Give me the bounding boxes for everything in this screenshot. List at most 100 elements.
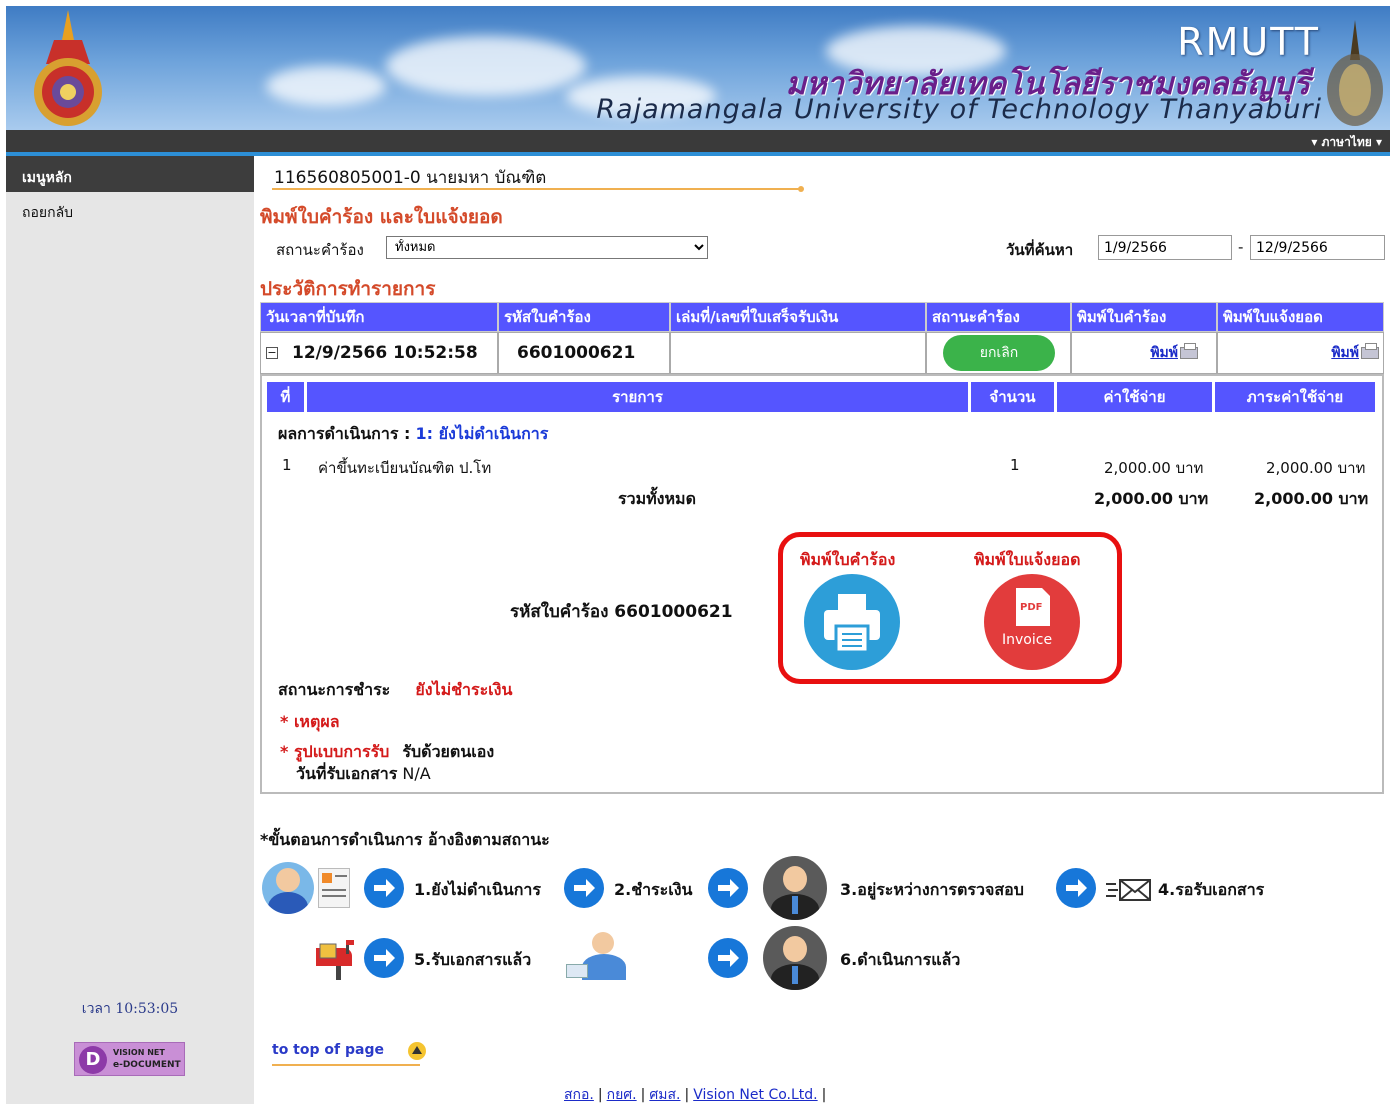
pdf-invoice-icon [1016, 588, 1050, 626]
column-header: เล่มที่/เลขที่ใบเสร็จรับเงิน [670, 302, 926, 332]
step-1-label: 1.ยังไม่ดำเนินการ [414, 880, 541, 899]
steps-title: *ขั้นตอนการดำเนินการ อ้างอิงตามสถานะ [260, 830, 550, 849]
arrow-up-icon[interactable] [408, 1042, 426, 1060]
column-header: รหัสใบคำร้อง [498, 302, 670, 332]
item-charge: 2,000.00 บาท [1266, 459, 1366, 477]
student-avatar-icon [262, 862, 314, 914]
date-from-input[interactable] [1098, 235, 1232, 260]
arrow-right-icon [708, 938, 748, 978]
university-crest-icon [1327, 20, 1383, 126]
printer-icon[interactable] [1361, 343, 1379, 359]
to-top-link[interactable]: to top of page [272, 1042, 384, 1058]
status-filter-select[interactable]: ทั้งหมด [386, 236, 708, 259]
column-header: พิมพ์ใบคำร้อง [1071, 302, 1217, 332]
sidebar-item-back[interactable]: ถอยกลับ [6, 192, 254, 224]
divider [272, 186, 804, 192]
cloud-decoration [266, 66, 386, 106]
print-invoice-cell: พิมพ์ [1217, 332, 1384, 374]
arrow-right-icon [364, 938, 404, 978]
vision-net-logo[interactable]: D VISION NET e-DOCUMENT [74, 1042, 185, 1076]
print-request-label: พิมพ์ใบคำร้อง [800, 550, 896, 569]
receive-label: * รูปแบบการรับ [280, 742, 390, 761]
step-6-label: 6.ดำเนินการแล้ว [840, 950, 961, 969]
arrow-right-icon [364, 868, 404, 908]
collapse-toggle-icon[interactable]: − [266, 347, 278, 359]
footer-separator: | [821, 1087, 827, 1103]
language-selector[interactable]: ▾ ภาษาไทย ▾ [1311, 133, 1382, 152]
request-code-text: รหัสใบคำร้อง 6601000621 [510, 602, 733, 622]
print-invoice-label: พิมพ์ใบแจ้งยอด [974, 550, 1081, 569]
page-title: พิมพ์ใบคำร้อง และใบแจ้งยอด [260, 206, 503, 228]
item-cost: 2,000.00 บาท [1104, 459, 1204, 477]
pdf-badge: PDF [1020, 602, 1043, 613]
item-qty: 1 [1010, 456, 1020, 474]
request-detail-panel: ที่ รายการ จำนวน ค่าใช้จ่าย ภาระค่าใช้จ่… [260, 374, 1384, 794]
sidebar: เมนูหลัก ถอยกลับ เวลา 10:53:05 D VISION … [6, 156, 254, 1104]
mailbox-icon [316, 940, 354, 980]
total-charge: 2,000.00 บาท [1254, 489, 1369, 508]
row-request-code: 6601000621 [498, 332, 670, 374]
process-label: ผลการดำเนินการ : [278, 424, 411, 443]
vision-logo-text-1: VISION NET [113, 1048, 165, 1057]
column-header: รายการ [307, 382, 971, 412]
process-status: ผลการดำเนินการ : 1: ยังไม่ดำเนินการ [278, 422, 548, 447]
envelope-icon [1106, 879, 1151, 901]
row-receipt [670, 332, 926, 374]
university-emblem-logo [34, 10, 102, 126]
student-id-name: 116560805001-0 นายมหา บัณฑิต [274, 168, 547, 188]
date-separator: - [1238, 238, 1244, 256]
print-invoice-pdf-button[interactable]: PDF Invoice [984, 574, 1080, 670]
date-search-label: วันที่ค้นหา [1006, 241, 1074, 259]
payment-status: สถานะการชำระ ยังไม่ชำระเงิน [278, 678, 512, 703]
column-header: สถานะคำร้อง [926, 302, 1071, 332]
reason: * เหตุผล [280, 710, 340, 735]
brand-english-name: Rajamangala University of Technology Tha… [596, 94, 1322, 125]
item-name: ค่าขึ้นทะเบียนบัณฑิต ป.โท [318, 459, 492, 477]
footer-separator: | [640, 1087, 646, 1103]
printer-icon [824, 594, 880, 654]
column-header: จำนวน [971, 382, 1057, 412]
payment-label: สถานะการชำระ [278, 680, 391, 699]
step-4-label: 4.รอรับเอกสาร [1158, 880, 1265, 899]
date-to-input[interactable] [1250, 235, 1385, 260]
column-header: ค่าใช้จ่าย [1057, 382, 1215, 412]
payment-value: ยังไม่ชำระเงิน [415, 680, 513, 699]
invoice-badge: Invoice [1002, 632, 1053, 648]
print-invoice-link[interactable]: พิมพ์ [1331, 342, 1359, 364]
step-3-label: 3.อยู่ระหว่างการตรวจสอบ [840, 880, 1024, 899]
footer-link-kys[interactable]: กยศ. [607, 1087, 637, 1103]
status-filter-label: สถานะคำร้อง [276, 241, 364, 259]
sidebar-item-main-menu[interactable]: เมนูหลัก [6, 156, 254, 192]
printer-icon[interactable] [1180, 343, 1198, 359]
step-5-label: 5.รับเอกสารแล้ว [414, 950, 532, 969]
footer-link-visionnet[interactable]: Vision Net Co.Ltd. [693, 1087, 817, 1103]
staff-handover-icon [564, 928, 634, 984]
vision-net-d-icon: D [79, 1046, 107, 1074]
officer-avatar-icon [763, 926, 827, 990]
main-content: 116560805001-0 นายมหา บัณฑิต พิมพ์ใบคำร้… [258, 156, 1390, 1104]
footer-links: สกอ. | กยศ. | ศมส. | Vision Net Co.Ltd. | [564, 1084, 830, 1106]
print-request-cell: พิมพ์ [1071, 332, 1217, 374]
column-header: ที่ [267, 382, 307, 412]
column-header: วันเวลาที่บันทึก [260, 302, 498, 332]
footer-link-ska[interactable]: สกอ. [564, 1087, 594, 1103]
cloud-decoration [386, 36, 586, 96]
step-2-label: 2.ชำระเงิน [614, 880, 693, 899]
document-date: วันที่รับเอกสาร N/A [296, 762, 431, 787]
history-title: ประวัติการทำรายการ [260, 278, 436, 300]
item-no: 1 [282, 456, 292, 474]
doc-date-label: วันที่รับเอกสาร [296, 764, 398, 783]
process-value: 1: ยังไม่ดำเนินการ [415, 424, 549, 443]
print-request-button[interactable] [804, 574, 900, 670]
arrow-right-icon [708, 868, 748, 908]
footer-link-sms[interactable]: ศมส. [649, 1087, 680, 1103]
row-datetime: 12/9/2566 10:52:58 [292, 343, 478, 363]
row-status-cell: ยกเลิก [926, 332, 1071, 374]
table-row: − 12/9/2566 10:52:58 6601000621 ยกเลิก พ… [260, 332, 1384, 374]
cancel-button[interactable]: ยกเลิก [943, 335, 1055, 371]
arrow-right-icon [564, 868, 604, 908]
arrow-right-icon [1056, 868, 1096, 908]
footer-separator: | [597, 1087, 603, 1103]
print-request-link[interactable]: พิมพ์ [1150, 342, 1178, 364]
divider [272, 1064, 420, 1066]
